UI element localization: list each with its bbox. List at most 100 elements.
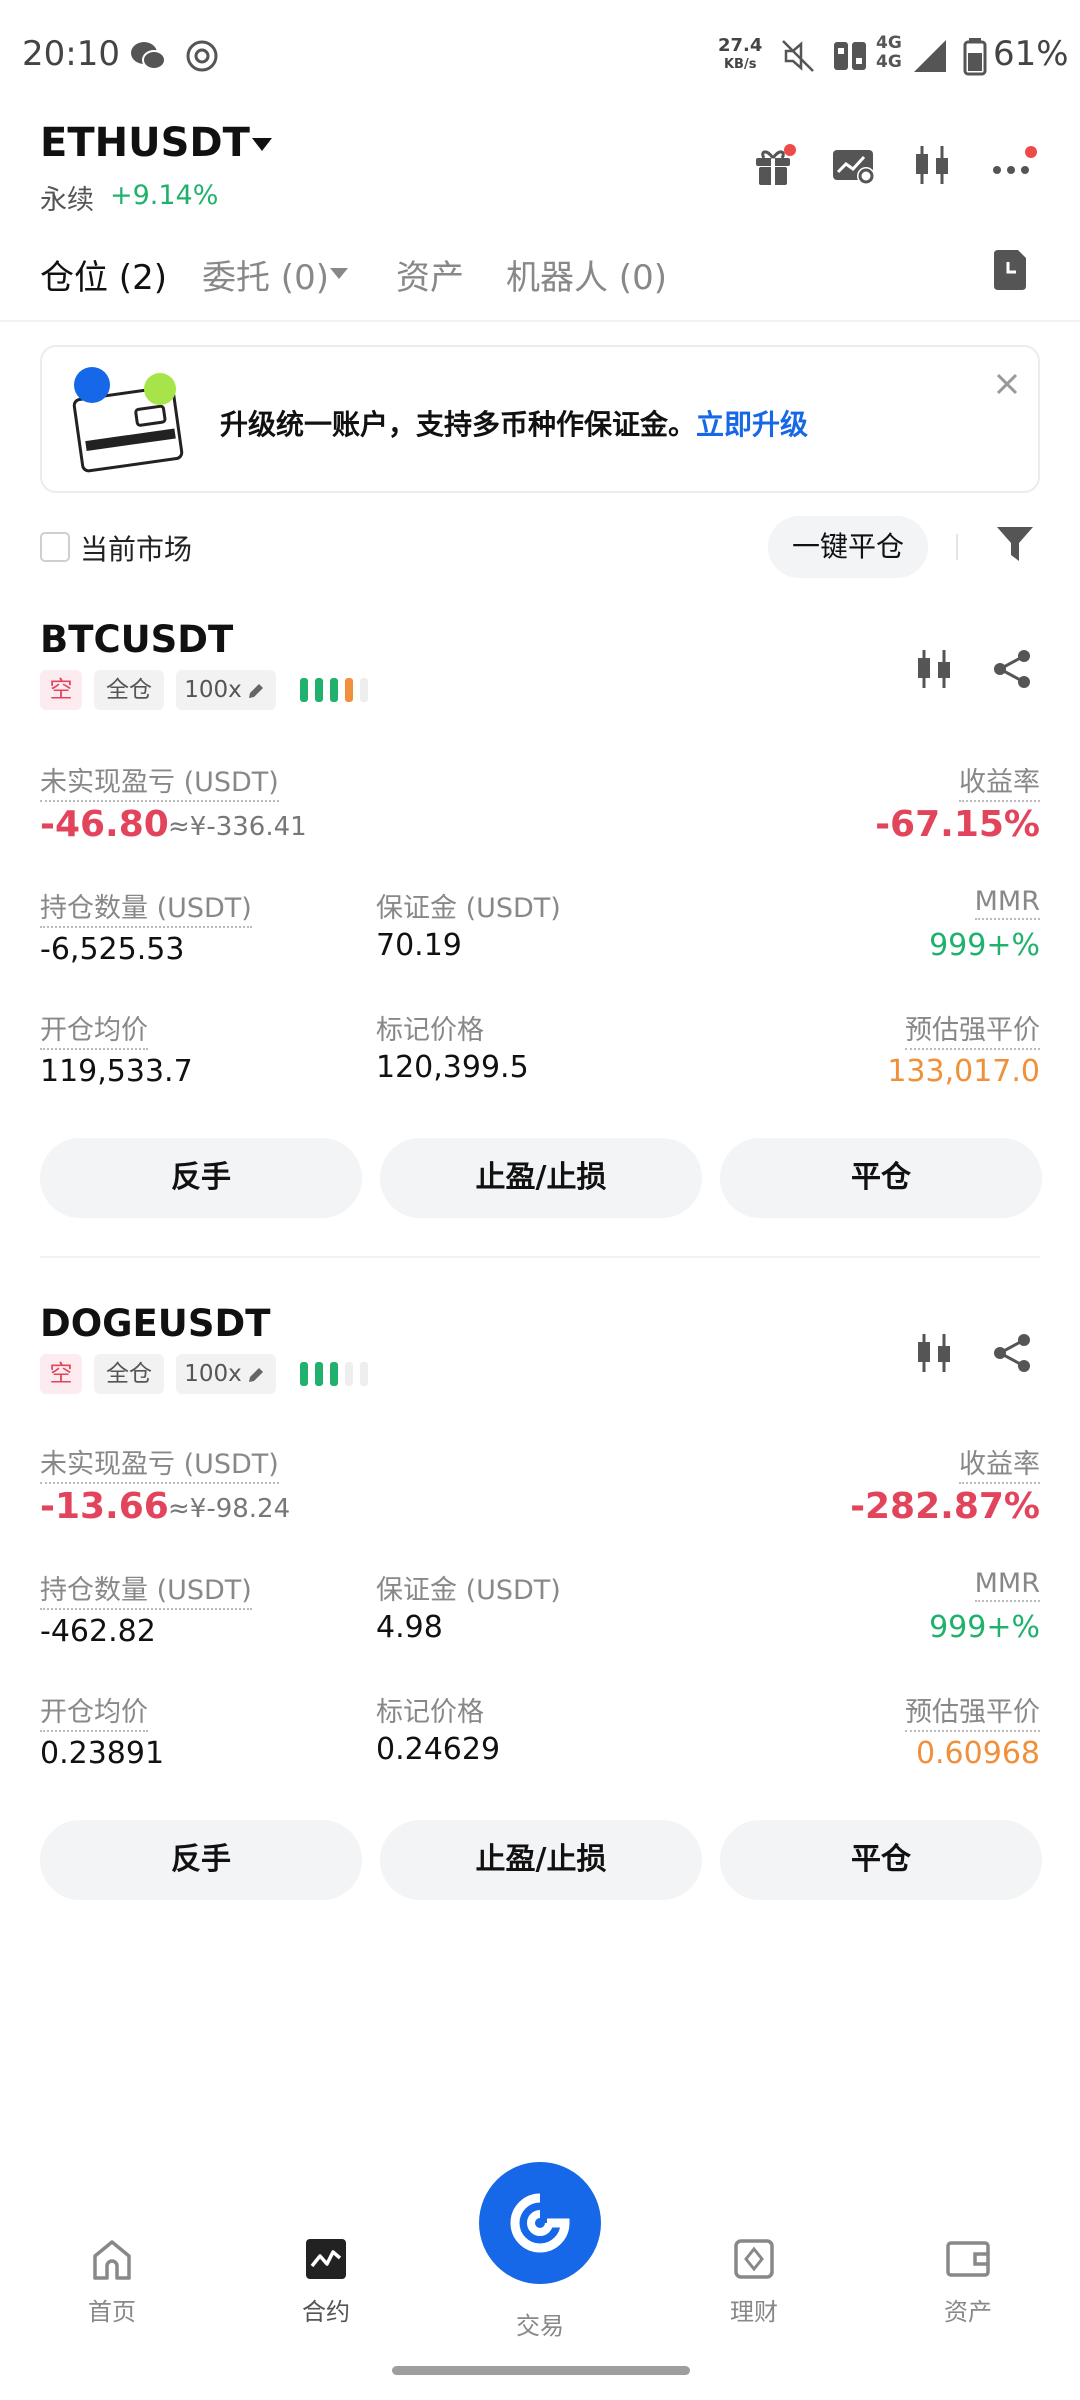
share-icon[interactable] — [990, 646, 1036, 692]
camera-status-icon — [186, 40, 218, 72]
size-value: -462.82 — [40, 1614, 156, 1649]
tab-bots[interactable]: 机器人 (0) — [506, 250, 667, 299]
tab-positions[interactable]: 仓位 (2) — [40, 250, 167, 299]
reverse-button[interactable]: 反手 — [40, 1820, 362, 1900]
size-value: -6,525.53 — [40, 932, 185, 967]
speed-value: 27.4 — [718, 35, 763, 56]
margin-value: 70.19 — [376, 928, 462, 963]
close-position-button[interactable]: 平仓 — [720, 1820, 1042, 1900]
liq-price-value: 133,017.0 — [887, 1054, 1040, 1089]
mute-icon — [782, 40, 814, 72]
orders-caret-icon[interactable] — [330, 268, 348, 279]
nav-earn-label: 理财 — [730, 2298, 778, 2326]
header: ETHUSDT 永续 +9.14% — [0, 110, 1080, 230]
network-type-2: 4G — [876, 52, 902, 72]
roe-label[interactable]: 收益率 — [959, 1442, 1040, 1484]
more-icon[interactable] — [988, 140, 1038, 190]
tpsl-button[interactable]: 止盈/止损 — [380, 1138, 702, 1218]
position-symbol[interactable]: DOGEUSDT — [40, 1302, 270, 1345]
candlestick-icon[interactable] — [912, 646, 958, 692]
mmr-value: 999+% — [929, 1610, 1040, 1645]
unrealized-pnl-value: -46.80 — [40, 804, 169, 845]
risk-level-bar — [300, 1362, 308, 1386]
futures-icon — [306, 2239, 346, 2279]
trade-logo-icon — [510, 2193, 570, 2253]
risk-level-bar — [300, 678, 308, 702]
card-divider — [40, 1256, 1040, 1258]
liq-price-label[interactable]: 预估强平价 — [905, 1008, 1040, 1050]
network-speed: 27.4 KB/s — [718, 36, 762, 74]
unrealized-pnl-label[interactable]: 未实现盈亏 (USDT) — [40, 1442, 279, 1484]
close-icon[interactable] — [992, 369, 1022, 399]
pnl-cny-value: ≈¥-98.24 — [168, 1494, 291, 1524]
current-market-checkbox[interactable] — [40, 532, 70, 562]
roe-value: -67.15% — [875, 804, 1040, 845]
nav-trade-label[interactable]: 交易 — [480, 2306, 600, 2341]
nav-futures-label: 合约 — [302, 2298, 350, 2326]
candlestick-icon[interactable] — [912, 1330, 958, 1376]
chart-settings-icon[interactable] — [828, 140, 878, 190]
roe-value: -282.87% — [850, 1486, 1040, 1527]
divider — [956, 534, 958, 560]
tab-assets[interactable]: 资产 — [396, 250, 464, 299]
filter-icon[interactable] — [995, 523, 1035, 565]
roe-label[interactable]: 收益率 — [959, 760, 1040, 802]
mark-price-label: 标记价格 — [376, 1015, 484, 1046]
bottom-nav: 首页 合约 交易 理财 资产 — [0, 2162, 1080, 2400]
risk-level-bar — [330, 678, 338, 702]
upgrade-link[interactable]: 立即升级 — [696, 408, 808, 441]
gesture-bar[interactable] — [392, 2366, 690, 2375]
size-label[interactable]: 持仓数量 (USDT) — [40, 1568, 252, 1610]
symbol-selector[interactable]: ETHUSDT — [40, 120, 250, 166]
mmr-label[interactable]: MMR — [974, 886, 1040, 920]
history-icon[interactable] — [990, 248, 1030, 292]
entry-price-label[interactable]: 开仓均价 — [40, 1690, 148, 1732]
risk-level-bar — [345, 1362, 353, 1386]
risk-level-bar — [360, 678, 368, 702]
risk-level-bars — [300, 1362, 368, 1386]
current-market-label[interactable]: 当前市场 — [80, 528, 192, 568]
tpsl-button[interactable]: 止盈/止损 — [380, 1820, 702, 1900]
size-label[interactable]: 持仓数量 (USDT) — [40, 886, 252, 928]
earn-icon — [734, 2239, 774, 2279]
gift-icon[interactable] — [748, 140, 798, 190]
candlestick-icon[interactable] — [908, 140, 958, 190]
caret-down-icon[interactable] — [252, 138, 272, 151]
trade-button[interactable] — [479, 2162, 601, 2284]
edit-icon[interactable] — [246, 681, 266, 701]
position-card: DOGEUSDT 空 全仓 100x 未实现盈亏 (USDT) 收益率 -13.… — [0, 1302, 1080, 1952]
nav-futures[interactable]: 合约 — [266, 2236, 386, 2327]
liq-price-label[interactable]: 预估强平价 — [905, 1690, 1040, 1732]
mmr-value: 999+% — [929, 928, 1040, 963]
position-symbol[interactable]: BTCUSDT — [40, 618, 233, 661]
mark-price-value: 0.24629 — [376, 1732, 501, 1767]
network-type-1: 4G — [876, 33, 902, 53]
wallet-icon — [946, 2241, 990, 2277]
pnl-cny-value: ≈¥-336.41 — [168, 812, 307, 842]
margin-mode-badge: 全仓 — [94, 670, 164, 710]
nav-home[interactable]: 首页 — [52, 2236, 172, 2327]
close-all-button[interactable]: 一键平仓 — [768, 516, 928, 578]
close-position-button[interactable]: 平仓 — [720, 1138, 1042, 1218]
mark-price-value: 120,399.5 — [376, 1050, 529, 1085]
contract-type: 永续 — [40, 185, 94, 216]
mmr-label[interactable]: MMR — [974, 1568, 1040, 1602]
edit-icon[interactable] — [246, 1365, 266, 1385]
signal-icon — [914, 40, 946, 72]
reverse-button[interactable]: 反手 — [40, 1138, 362, 1218]
tab-orders[interactable]: 委托 (0) — [202, 250, 329, 299]
nav-assets[interactable]: 资产 — [908, 2236, 1028, 2327]
margin-mode-badge: 全仓 — [94, 1354, 164, 1394]
entry-price-label[interactable]: 开仓均价 — [40, 1008, 148, 1050]
banner-text: 升级统一账户，支持多币种作保证金。 — [220, 408, 697, 441]
unrealized-pnl-label[interactable]: 未实现盈亏 (USDT) — [40, 760, 279, 802]
upgrade-banner[interactable]: 升级统一账户，支持多币种作保证金。立即升级 — [40, 345, 1040, 493]
share-icon[interactable] — [990, 1330, 1036, 1376]
price-change: +9.14% — [110, 180, 219, 211]
nav-earn[interactable]: 理财 — [694, 2236, 814, 2327]
banner-message: 升级统一账户，支持多币种作保证金。立即升级 — [220, 403, 808, 443]
unrealized-pnl-value: -13.66 — [40, 1486, 169, 1527]
status-bar: 20:10 27.4 KB/s 4G 4G 61% — [0, 0, 1080, 110]
margin-label: 保证金 (USDT) — [376, 893, 561, 924]
home-icon — [93, 2240, 131, 2280]
